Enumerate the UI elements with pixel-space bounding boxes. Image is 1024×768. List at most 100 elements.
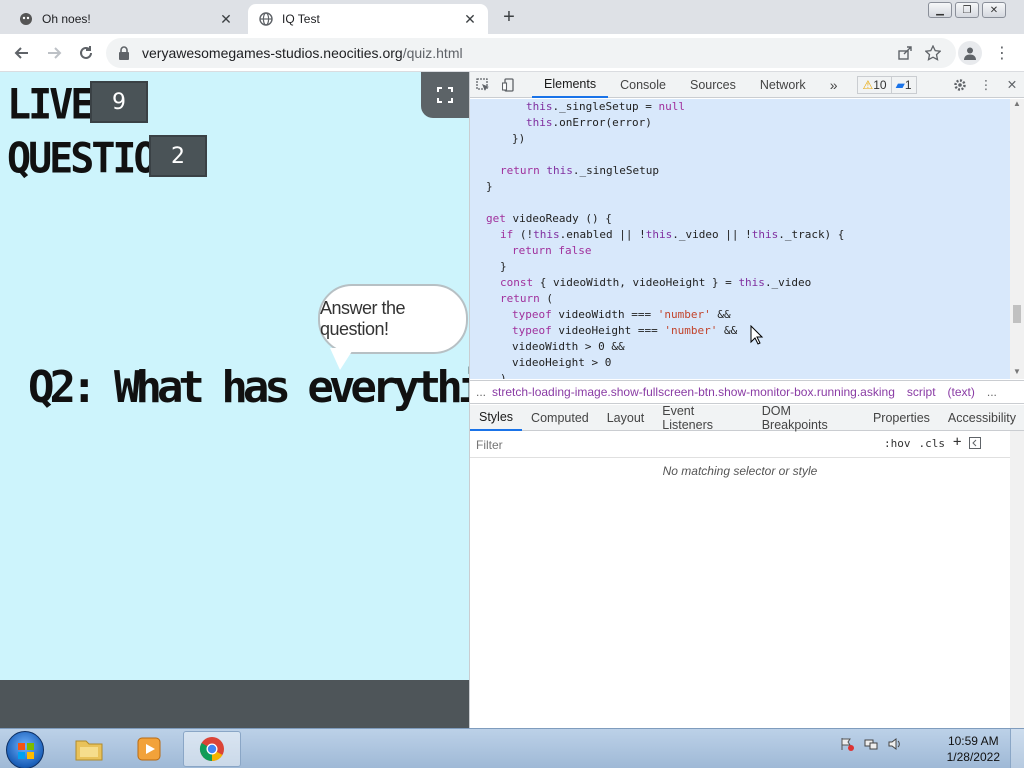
profile-avatar-icon[interactable] — [958, 41, 982, 65]
browser-menu-icon[interactable]: ⋮ — [992, 41, 1012, 65]
url-host: veryawesomegames-studios.neocities.org — [142, 45, 403, 61]
message-icon: ▰ — [895, 77, 905, 92]
subtab-accessibility[interactable]: Accessibility — [939, 405, 1024, 431]
code-line: typeof videoWidth === 'number' && — [512, 308, 731, 321]
subtab-properties[interactable]: Properties — [864, 405, 939, 431]
action-center-flag-icon[interactable] — [838, 735, 856, 753]
code-line: typeof videoHeight === 'number' && — [512, 324, 738, 337]
tab-title: Oh noes! — [42, 12, 91, 26]
network-icon[interactable] — [862, 735, 880, 753]
bookmark-star-icon[interactable] — [922, 42, 944, 64]
address-bar[interactable]: veryawesomegames-studios.neocities.org/q… — [106, 38, 956, 68]
code-line: const { videoWidth, videoHeight } = this… — [500, 276, 812, 289]
tab-oh-noes[interactable]: Oh noes! ✕ — [8, 4, 244, 34]
styles-scrollbar[interactable] — [1010, 431, 1024, 728]
clock-time: 10:59 AM — [947, 734, 999, 748]
show-desktop-button[interactable] — [1010, 729, 1024, 768]
taskbar-media-player-icon[interactable] — [120, 731, 178, 767]
code-line: return false — [512, 244, 592, 257]
subtab-layout[interactable]: Layout — [598, 405, 654, 431]
tab-iq-test[interactable]: IQ Test ✕ — [248, 4, 488, 34]
messages-badge[interactable]: ▰ 1 — [890, 75, 917, 94]
forward-button[interactable] — [38, 37, 70, 69]
styles-filter-row: :hov .cls + — [470, 432, 1010, 458]
styles-empty-message: No matching selector or style — [662, 464, 818, 478]
subtab-styles[interactable]: Styles — [470, 405, 523, 431]
devtools-tab-console[interactable]: Console — [608, 72, 678, 98]
windows-logo-icon — [18, 743, 34, 759]
warnings-badge[interactable]: ⚠ 10 — [857, 75, 892, 94]
scroll-up-icon[interactable]: ▲ — [1010, 99, 1024, 111]
code-line: }) — [512, 132, 526, 145]
question-value: 2 — [149, 135, 207, 177]
devtools-panel: Elements Console Sources Network » ⚠ 10 ▰… — [469, 72, 1024, 728]
speech-bubble: Answer the question! — [318, 284, 468, 354]
source-scrollbar[interactable]: ▲ ▼ — [1010, 99, 1024, 379]
devtools-tab-network[interactable]: Network — [748, 72, 818, 98]
code-line: this._singleSetup = null — [526, 100, 685, 113]
new-tab-button[interactable]: + — [496, 7, 522, 29]
new-style-rule-icon[interactable]: + — [953, 435, 961, 452]
restore-button[interactable]: ❐ — [955, 2, 979, 18]
taskbar-explorer-folder-icon[interactable] — [60, 731, 118, 767]
inspect-element-icon[interactable] — [470, 72, 496, 98]
url-path: /quiz.html — [402, 45, 463, 61]
game-footer-bar — [0, 680, 469, 728]
subtab-event-listeners[interactable]: Event Listeners — [653, 404, 752, 432]
elements-source-view[interactable]: this._singleSetup = null this.onError(er… — [470, 99, 1010, 379]
styles-subtabs: Styles Computed Layout Event Listeners D… — [470, 404, 1024, 432]
fullscreen-icon — [437, 87, 453, 103]
breadcrumb-overflow[interactable]: ... — [981, 385, 1003, 399]
taskbar-chrome-icon[interactable] — [183, 731, 241, 767]
devtools-close-icon[interactable]: ✕ — [999, 72, 1024, 98]
hov-toggle[interactable]: :hov — [884, 437, 911, 452]
settings-gear-icon[interactable] — [947, 72, 973, 98]
dom-breadcrumb: ... stretch-loading-image.show-fullscree… — [470, 380, 1024, 404]
device-toolbar-icon[interactable] — [496, 72, 522, 98]
devtools-tab-elements[interactable]: Elements — [532, 72, 609, 98]
breadcrumb-ellipsis[interactable]: ... — [470, 385, 492, 399]
windows-taskbar: 10:59 AM 1/28/2022 — [0, 728, 1024, 768]
lock-icon[interactable] — [118, 46, 132, 60]
code-line: get videoReady () { — [486, 212, 612, 225]
browser-tabstrip: Oh noes! ✕ IQ Test ✕ + ▁ ❐ ✕ — [0, 0, 1024, 34]
system-tray — [832, 735, 904, 753]
browser-toolbar: veryawesomegames-studios.neocities.org/q… — [0, 34, 1024, 72]
code-line: this.onError(error) — [526, 116, 652, 129]
minimize-button[interactable]: ▁ — [928, 2, 952, 18]
code-line: videoWidth > 0 && — [512, 340, 625, 353]
share-icon[interactable] — [894, 42, 916, 64]
reload-button[interactable] — [70, 37, 102, 69]
start-button[interactable] — [6, 731, 44, 768]
fullscreen-button[interactable] — [421, 72, 469, 118]
subtab-dom-breakpoints[interactable]: DOM Breakpoints — [753, 404, 864, 432]
scroll-down-icon[interactable]: ▼ — [1010, 367, 1024, 379]
devtools-menu-icon[interactable]: ⋮ — [973, 72, 999, 98]
volume-icon[interactable] — [886, 735, 904, 753]
breadcrumb-text[interactable]: (text) — [942, 385, 981, 399]
code-line: ) — [500, 372, 507, 379]
styles-filter-input[interactable] — [476, 434, 876, 455]
back-button[interactable] — [6, 37, 38, 69]
toggle-sidebar-icon[interactable] — [969, 437, 982, 452]
question-text[interactable]: Q2: What has everything? — [28, 362, 469, 413]
cls-toggle[interactable]: .cls — [919, 437, 946, 452]
devtools-tabbar: Elements Console Sources Network » ⚠ 10 ▰… — [470, 72, 1024, 98]
close-window-button[interactable]: ✕ — [982, 2, 1006, 18]
game-viewport: LIVES: 9 QUESTION: 2 Answer the question… — [0, 72, 469, 728]
taskbar-clock[interactable]: 10:59 AM 1/28/2022 — [947, 733, 1000, 765]
code-line: } — [486, 180, 493, 193]
tab-close-icon[interactable]: ✕ — [218, 11, 234, 27]
code-line: return this._singleSetup — [500, 164, 659, 177]
breadcrumb-selector[interactable]: stretch-loading-image.show-fullscreen-bt… — [492, 385, 901, 399]
code-line: return ( — [500, 292, 553, 305]
more-tabs-icon[interactable]: » — [818, 72, 850, 98]
code-line: } — [500, 260, 507, 273]
subtab-computed[interactable]: Computed — [522, 405, 598, 431]
devtools-tab-sources[interactable]: Sources — [678, 72, 748, 98]
scroll-thumb[interactable] — [1013, 305, 1021, 323]
breadcrumb-script[interactable]: script — [901, 385, 942, 399]
globe-icon — [258, 11, 274, 27]
window-controls: ▁ ❐ ✕ — [925, 2, 1006, 18]
tab-close-icon[interactable]: ✕ — [462, 11, 478, 27]
